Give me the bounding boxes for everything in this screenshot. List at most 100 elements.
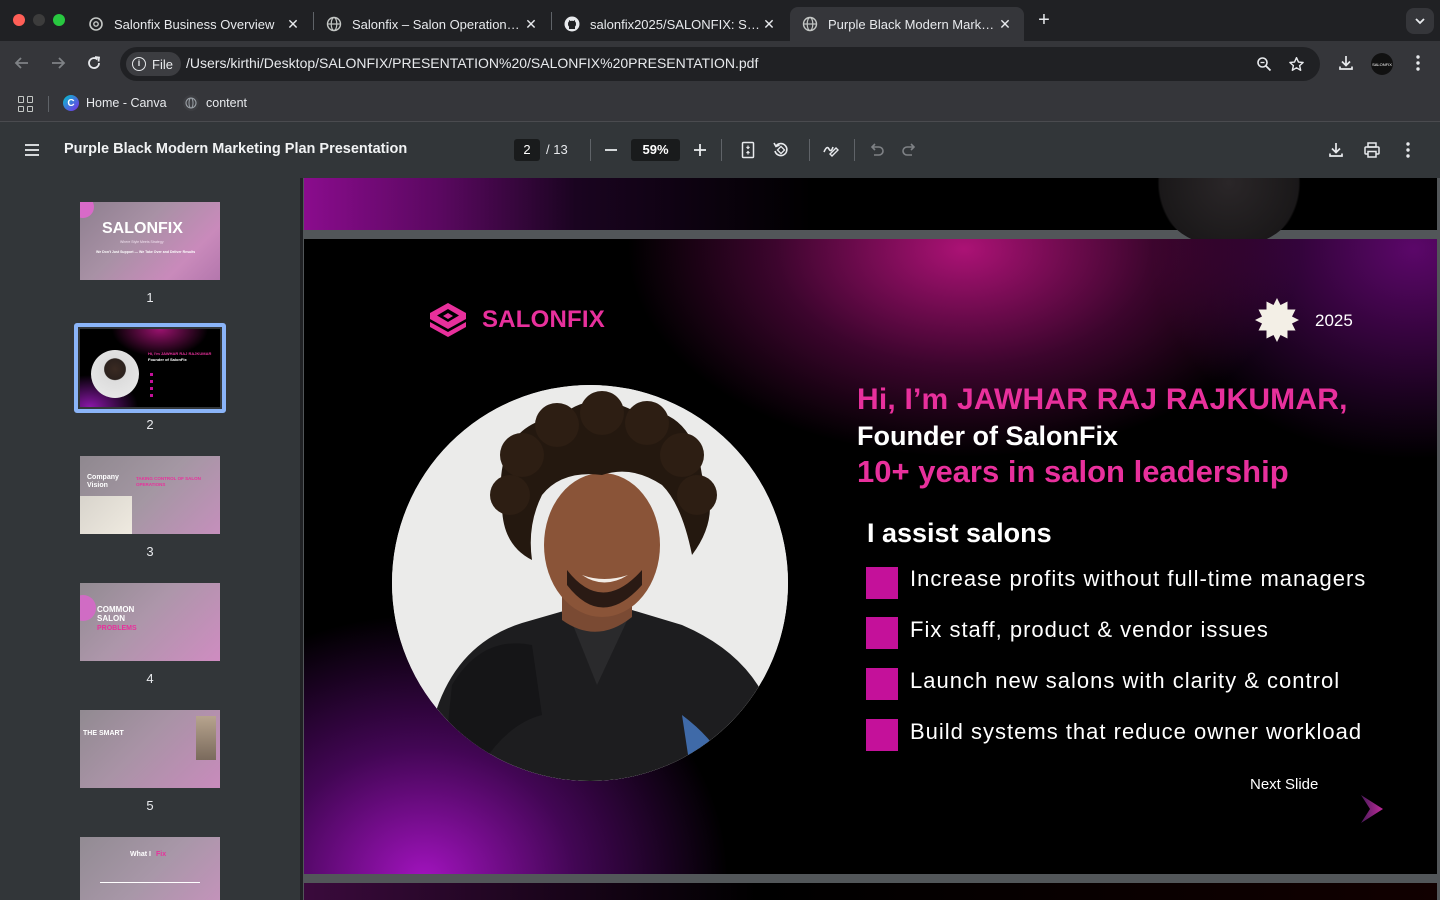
tab-title: Salonfix Business Overview	[114, 16, 275, 32]
minus-icon	[605, 149, 617, 151]
browser-toolbar: i File /Users/kirthi/Desktop/SALONFIX/PR…	[0, 41, 1440, 86]
window-maximize-button[interactable]	[53, 14, 65, 26]
close-tab-icon[interactable]: ✕	[760, 15, 778, 33]
slide-bullet-text: Launch new salons with clarity & control	[910, 668, 1341, 693]
arrow-left-icon	[14, 57, 28, 69]
address-bar[interactable]: i File /Users/kirthi/Desktop/SALONFIX/PR…	[120, 47, 1320, 81]
tab-salonfix-overview[interactable]: Salonfix Business Overview ✕	[76, 7, 312, 41]
chevron-down-icon	[1415, 18, 1425, 25]
reload-button[interactable]	[82, 51, 106, 75]
undo-icon	[870, 143, 884, 156]
tab-search-button[interactable]	[1406, 8, 1434, 34]
tab-github-repo[interactable]: salonfix2025/SALONFIX: Salo ✕	[552, 7, 788, 41]
page-thumbnail-6[interactable]: What I Fix	[80, 837, 220, 900]
thumbnail-image: SALONFIX Where Style Meets Strategy We D…	[80, 202, 220, 280]
reload-icon	[88, 56, 101, 69]
page-total: / 13	[546, 142, 568, 157]
page-decoration	[1154, 178, 1304, 248]
zoom-icon[interactable]	[1254, 54, 1274, 74]
undo-button[interactable]	[865, 138, 889, 162]
close-tab-icon[interactable]: ✕	[522, 15, 540, 33]
profile-avatar[interactable]: SALONFIX	[1371, 53, 1393, 75]
new-tab-button[interactable]: +	[1034, 10, 1054, 30]
thumbnail-bullet	[150, 380, 153, 383]
fit-to-page-icon	[741, 141, 755, 159]
starburst-icon	[1255, 298, 1299, 342]
back-button[interactable]	[10, 51, 34, 75]
thumbnail-number: 3	[146, 544, 154, 559]
page-thumbnail-4[interactable]: COMMON SALON PROBLEMS	[80, 583, 220, 661]
pdf-document-area[interactable]: SALONFIX 2025 Hi, I’m JAWHAR RAJ RAJKUMA…	[303, 178, 1440, 900]
thumbnail-image: Company Vision TAKING CONTROL OF SALON O…	[80, 456, 220, 534]
github-icon	[564, 16, 580, 32]
redo-button[interactable]	[897, 138, 921, 162]
draw-pen-icon	[823, 146, 839, 157]
slide-headline-name: Hi, I’m JAWHAR RAJ RAJKUMAR,	[857, 383, 1348, 416]
close-tab-icon[interactable]: ✕	[284, 15, 302, 33]
pdf-more-actions-button[interactable]	[1396, 138, 1420, 162]
bullet-square	[866, 567, 898, 599]
forward-button[interactable]	[46, 51, 70, 75]
site-info-chip[interactable]: i File	[126, 52, 181, 76]
next-slide-label: Next Slide	[1250, 776, 1319, 793]
openai-icon	[88, 16, 104, 32]
salonfix-logo-icon	[430, 303, 466, 337]
page-thumbnail-1[interactable]: SALONFIX Where Style Meets Strategy We D…	[80, 202, 220, 280]
zoom-in-button[interactable]	[688, 138, 712, 162]
downloads-button[interactable]	[1334, 51, 1358, 75]
bookmark-label: Home - Canva	[86, 96, 167, 110]
rotate-button[interactable]	[769, 138, 793, 162]
thumbnail-number: 5	[146, 798, 154, 813]
thumbnail-line: We Don't Just Support — We Take Over and…	[96, 250, 196, 254]
founder-portrait-photo	[392, 385, 788, 781]
thumbnail-title: SALONFIX	[102, 220, 183, 237]
toolbar-separator	[590, 139, 591, 161]
page-number-input[interactable]: 2	[514, 139, 540, 161]
window-close-button[interactable]	[13, 14, 25, 26]
window-minimize-button[interactable]	[33, 14, 45, 26]
annotate-button[interactable]	[819, 138, 843, 162]
thumbnail-title: What I	[130, 851, 151, 858]
thumbnail-subtitle: Founder of SalonFix	[148, 357, 187, 362]
pdf-download-button[interactable]	[1324, 138, 1348, 162]
page-thumbnail-5[interactable]: THE SMART	[80, 710, 220, 788]
globe-icon	[802, 16, 818, 32]
thumbnail-photo	[80, 496, 132, 534]
thumbnail-bullet	[150, 373, 153, 376]
fit-page-button[interactable]	[736, 138, 760, 162]
print-icon	[1364, 142, 1380, 158]
thumbnail-subtitle: Where Style Meets Strategy	[120, 240, 164, 244]
url-text[interactable]: /Users/kirthi/Desktop/SALONFIX/PRESENTAT…	[186, 55, 758, 71]
tab-title: Salonfix – Salon Operations C	[352, 16, 522, 32]
thumbnail-number: 1	[146, 290, 154, 305]
slide-headline-role: Founder of SalonFix	[857, 421, 1118, 451]
bullet-square	[866, 668, 898, 700]
close-tab-icon[interactable]: ✕	[996, 15, 1014, 33]
sidebar-toggle-button[interactable]	[22, 140, 42, 160]
page-thumbnail-2[interactable]: Hi, I'm JAWHAR RAJ RAJKUMAR Founder of S…	[80, 329, 220, 407]
bookmark-content[interactable]: content	[183, 95, 247, 111]
tab-salon-operations[interactable]: Salonfix – Salon Operations C ✕	[314, 7, 550, 41]
profile-avatar-text: SALONFIX	[1372, 61, 1392, 67]
zoom-out-button[interactable]	[599, 138, 623, 162]
toolbar-separator	[721, 139, 722, 161]
browser-menu-button[interactable]	[1406, 51, 1430, 75]
apps-grid-icon[interactable]	[18, 96, 34, 112]
tab-pdf-presentation[interactable]: Purple Black Modern Marketin ✕	[790, 7, 1024, 41]
page-thumbnail-3[interactable]: Company Vision TAKING CONTROL OF SALON O…	[80, 456, 220, 534]
thumbnail-subtitle: Fix	[156, 851, 167, 858]
thumbnail-image: COMMON SALON PROBLEMS	[80, 583, 220, 661]
thumbnail-bullet	[150, 394, 153, 397]
bookmarks-bar: C Home - Canva content	[0, 86, 1440, 122]
bookmark-home-canva[interactable]: C Home - Canva	[63, 95, 167, 111]
thumbnail-sidebar: SALONFIX Where Style Meets Strategy We D…	[0, 178, 300, 900]
bookmark-star-icon[interactable]	[1286, 54, 1306, 74]
thumbnail-title: COMMON SALON	[97, 605, 135, 623]
chevron-right-icon	[1361, 795, 1383, 823]
zoom-level-input[interactable]: 59%	[631, 139, 680, 161]
bullet-square	[866, 617, 898, 649]
rotate-icon	[773, 142, 788, 157]
pdf-toolbar: Purple Black Modern Marketing Plan Prese…	[0, 122, 1440, 178]
slide-brand-name: SALONFIX	[482, 306, 605, 333]
print-button[interactable]	[1360, 138, 1384, 162]
